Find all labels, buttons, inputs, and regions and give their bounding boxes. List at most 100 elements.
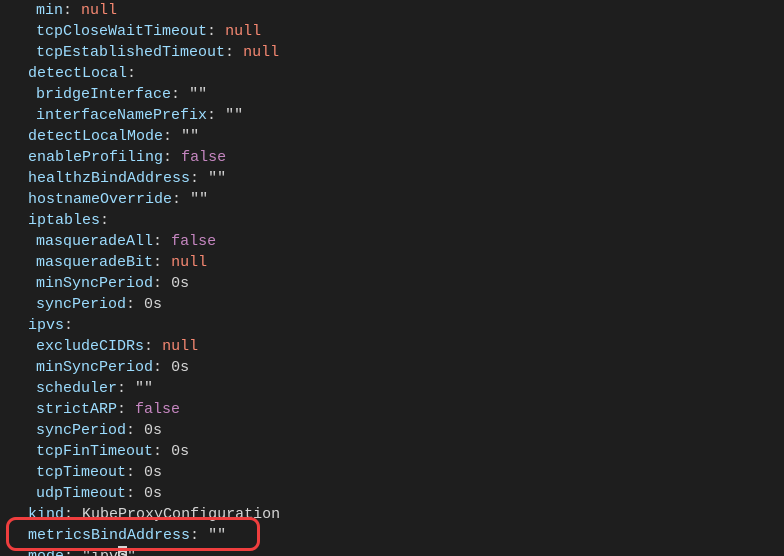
code-line: masqueradeAll: false	[0, 231, 784, 252]
colon: :	[126, 464, 135, 481]
yaml-key: enableProfiling	[28, 149, 163, 166]
colon: :	[117, 401, 126, 418]
yaml-value: ""	[190, 191, 208, 208]
yaml-value: 0s	[144, 485, 162, 502]
code-line: kind: KubeProxyConfiguration	[0, 504, 784, 525]
code-line: tcpEstablishedTimeout: null	[0, 42, 784, 63]
code-line: minSyncPeriod: 0s	[0, 273, 784, 294]
yaml-key: bridgeInterface	[36, 86, 171, 103]
yaml-editor[interactable]: min: nulltcpCloseWaitTimeout: nulltcpEst…	[0, 0, 784, 556]
yaml-key: masqueradeAll	[36, 233, 153, 250]
yaml-key: mode	[28, 548, 64, 556]
yaml-key: ipvs	[28, 317, 64, 334]
yaml-key: strictARP	[36, 401, 117, 418]
yaml-key: hostnameOverride	[28, 191, 172, 208]
yaml-value: ""	[135, 380, 153, 397]
code-line: strictARP: false	[0, 399, 784, 420]
colon: :	[153, 359, 162, 376]
yaml-value: 0s	[144, 296, 162, 313]
colon: :	[163, 149, 172, 166]
yaml-value: KubeProxyConfiguration	[82, 506, 280, 523]
colon: :	[63, 2, 72, 19]
yaml-value: null	[243, 44, 279, 61]
yaml-value: false	[135, 401, 180, 418]
colon: :	[153, 233, 162, 250]
colon: :	[190, 170, 199, 187]
yaml-value: ""	[208, 170, 226, 187]
yaml-value: 0s	[144, 464, 162, 481]
code-line: scheduler: ""	[0, 378, 784, 399]
yaml-key: tcpFinTimeout	[36, 443, 153, 460]
code-line: tcpFinTimeout: 0s	[0, 441, 784, 462]
yaml-key: syncPeriod	[36, 422, 126, 439]
yaml-key: iptables	[28, 212, 100, 229]
code-line: tcpTimeout: 0s	[0, 462, 784, 483]
yaml-key: syncPeriod	[36, 296, 126, 313]
code-line: detectLocal:	[0, 63, 784, 84]
code-line: masqueradeBit: null	[0, 252, 784, 273]
colon: :	[153, 254, 162, 271]
colon: :	[171, 86, 180, 103]
colon: :	[172, 191, 181, 208]
yaml-value: 0s	[171, 443, 189, 460]
colon: :	[64, 317, 73, 334]
yaml-key: detectLocal	[28, 65, 127, 82]
yaml-key: tcpTimeout	[36, 464, 126, 481]
code-line: enableProfiling: false	[0, 147, 784, 168]
yaml-value: false	[181, 149, 226, 166]
colon: :	[190, 527, 199, 544]
yaml-value: ""	[181, 128, 199, 145]
yaml-key: scheduler	[36, 380, 117, 397]
yaml-key: metricsBindAddress	[28, 527, 190, 544]
code-line: iptables:	[0, 210, 784, 231]
code-line: metricsBindAddress: ""	[0, 525, 784, 546]
yaml-value: "ipvs"	[82, 548, 136, 556]
colon: :	[207, 23, 216, 40]
yaml-key: min	[36, 2, 63, 19]
colon: :	[126, 485, 135, 502]
yaml-key: interfaceNamePrefix	[36, 107, 207, 124]
yaml-value: null	[225, 23, 261, 40]
code-line: udpTimeout: 0s	[0, 483, 784, 504]
yaml-value: ""	[225, 107, 243, 124]
yaml-key: detectLocalMode	[28, 128, 163, 145]
code-line: ipvs:	[0, 315, 784, 336]
yaml-value: 0s	[144, 422, 162, 439]
colon: :	[127, 65, 136, 82]
code-line: hostnameOverride: ""	[0, 189, 784, 210]
colon: :	[126, 296, 135, 313]
yaml-value: 0s	[171, 275, 189, 292]
yaml-value: null	[171, 254, 207, 271]
yaml-key: kind	[28, 506, 64, 523]
code-line: detectLocalMode: ""	[0, 126, 784, 147]
yaml-key: minSyncPeriod	[36, 275, 153, 292]
yaml-value: false	[171, 233, 216, 250]
cursor: s	[118, 546, 127, 556]
code-line: syncPeriod: 0s	[0, 420, 784, 441]
colon: :	[64, 548, 73, 556]
code-line: interfaceNamePrefix: ""	[0, 105, 784, 126]
colon: :	[163, 128, 172, 145]
colon: :	[126, 422, 135, 439]
yaml-value: ""	[208, 527, 226, 544]
yaml-key: udpTimeout	[36, 485, 126, 502]
yaml-value: ""	[189, 86, 207, 103]
colon: :	[100, 212, 109, 229]
colon: :	[117, 380, 126, 397]
yaml-key: excludeCIDRs	[36, 338, 144, 355]
code-line: excludeCIDRs: null	[0, 336, 784, 357]
code-line: bridgeInterface: ""	[0, 84, 784, 105]
yaml-value: null	[162, 338, 198, 355]
yaml-value: 0s	[171, 359, 189, 376]
colon: :	[153, 275, 162, 292]
yaml-key: tcpEstablishedTimeout	[36, 44, 225, 61]
code-line: mode: "ipvs"	[0, 546, 784, 556]
colon: :	[207, 107, 216, 124]
yaml-key: minSyncPeriod	[36, 359, 153, 376]
code-line: min: null	[0, 0, 784, 21]
code-line: healthzBindAddress: ""	[0, 168, 784, 189]
colon: :	[144, 338, 153, 355]
yaml-key: masqueradeBit	[36, 254, 153, 271]
colon: :	[153, 443, 162, 460]
code-line: syncPeriod: 0s	[0, 294, 784, 315]
